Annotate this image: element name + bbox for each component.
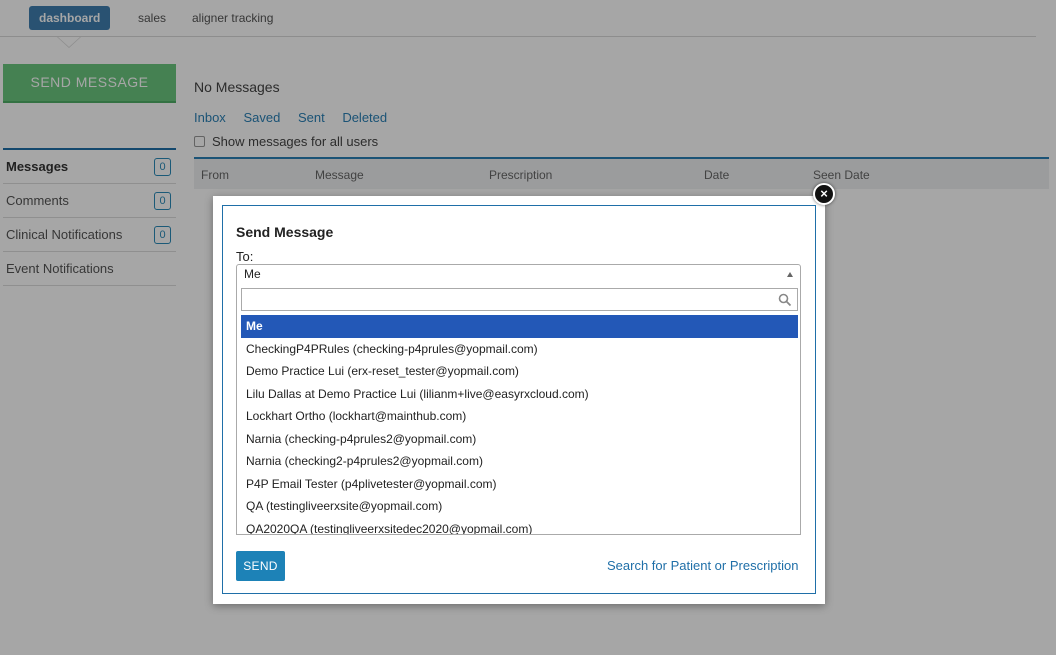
recipient-options-list: Me CheckingP4PRules (checking-p4prules@y… — [241, 315, 798, 535]
recipient-option[interactable]: Me — [241, 315, 798, 338]
recipient-option[interactable]: QA (testingliveerxsite@yopmail.com) — [241, 495, 798, 518]
dialog-title: Send Message — [236, 224, 334, 240]
recipient-option[interactable]: CheckingP4PRules (checking-p4prules@yopm… — [241, 338, 798, 361]
send-message-dialog: Send Message To: Me Me CheckingP4PRules … — [213, 196, 825, 604]
recipient-selected-value: Me — [244, 267, 261, 281]
recipient-option[interactable]: Narnia (checking2-p4prules2@yopmail.com) — [241, 450, 798, 473]
search-patient-prescription-link[interactable]: Search for Patient or Prescription — [607, 558, 798, 573]
search-icon — [778, 293, 792, 307]
recipient-option[interactable]: QA2020QA (testingliveerxsitedec2020@yopm… — [241, 518, 798, 535]
recipient-search-input[interactable] — [241, 288, 798, 311]
recipient-option[interactable]: Lockhart Ortho (lockhart@mainthub.com) — [241, 405, 798, 428]
recipient-option[interactable]: Narnia (checking-p4prules2@yopmail.com) — [241, 428, 798, 451]
recipient-select[interactable]: Me — [236, 264, 801, 285]
close-icon[interactable]: × — [813, 183, 835, 205]
recipient-option[interactable]: P4P Email Tester (p4plivetester@yopmail.… — [241, 473, 798, 496]
recipient-dropdown: Me CheckingP4PRules (checking-p4prules@y… — [236, 284, 801, 535]
to-label: To: — [236, 249, 254, 264]
chevron-up-icon — [787, 272, 793, 277]
recipient-option[interactable]: Lilu Dallas at Demo Practice Lui (lilian… — [241, 383, 798, 406]
recipient-option[interactable]: Demo Practice Lui (erx-reset_tester@yopm… — [241, 360, 798, 383]
send-button[interactable]: SEND — [236, 551, 285, 581]
